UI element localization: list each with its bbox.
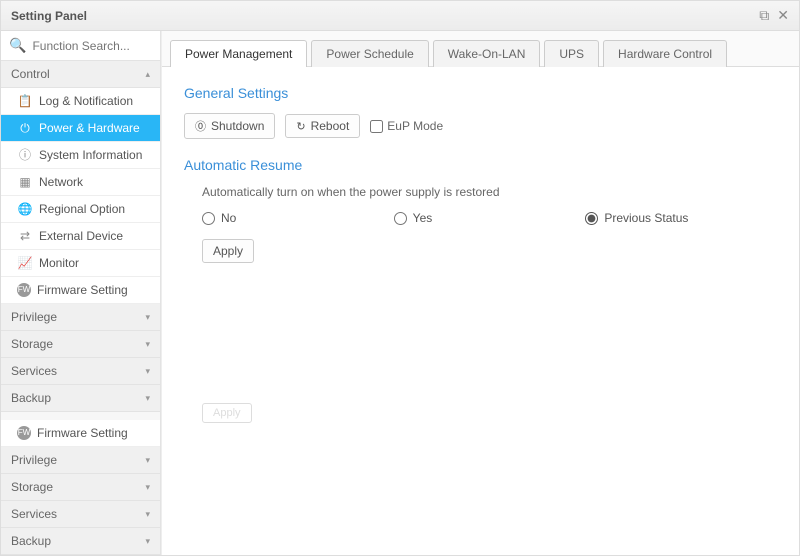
search-icon: 🔍 bbox=[9, 37, 26, 54]
sidebar-item-regional-option[interactable]: 🌐 Regional Option bbox=[1, 196, 160, 223]
section-general-settings-title: General Settings bbox=[184, 85, 777, 101]
close-icon[interactable]: ✕ bbox=[777, 7, 789, 24]
section-automatic-resume-title: Automatic Resume bbox=[184, 157, 777, 173]
chevron-down-icon: ▾ bbox=[145, 393, 150, 404]
button-label: Shutdown bbox=[211, 119, 264, 133]
window-body: 🔍 Control ▴ 📋 Log & Notification ⏻ Power… bbox=[1, 31, 799, 555]
nav-label: System Information bbox=[39, 147, 142, 163]
radio-yes-input[interactable] bbox=[394, 212, 407, 225]
chevron-down-icon: ▾ bbox=[145, 482, 150, 493]
button-label: Reboot bbox=[311, 119, 350, 133]
section-label: Backup bbox=[11, 534, 51, 548]
tab-bar: Power Management Power Schedule Wake-On-… bbox=[162, 31, 799, 67]
auto-resume-radio-row: No Yes Previous Status bbox=[202, 211, 777, 225]
chevron-down-icon: ▾ bbox=[145, 312, 150, 323]
radio-label: No bbox=[221, 211, 236, 225]
sidebar-item-network[interactable]: ▦ Network bbox=[1, 169, 160, 196]
sidebar-item-monitor[interactable]: 📈 Monitor bbox=[1, 250, 160, 277]
sidebar: 🔍 Control ▴ 📋 Log & Notification ⏻ Power… bbox=[1, 31, 161, 555]
network-icon: ▦ bbox=[17, 174, 33, 190]
sidebar-item-external-device[interactable]: ⇄ External Device bbox=[1, 223, 160, 250]
sidebar-section-privilege-dup[interactable]: Privilege ▾ bbox=[1, 447, 160, 474]
sidebar-item-log-notification[interactable]: 📋 Log & Notification bbox=[1, 88, 160, 115]
shutdown-icon: ⓪ bbox=[195, 118, 206, 134]
auto-resume-description: Automatically turn on when the power sup… bbox=[202, 185, 777, 199]
monitor-icon: 📈 bbox=[17, 255, 33, 271]
nav-label: Firmware Setting bbox=[37, 282, 128, 298]
section-label: Privilege bbox=[11, 453, 57, 467]
chevron-down-icon: ▾ bbox=[145, 536, 150, 547]
nav-label: Monitor bbox=[39, 255, 79, 271]
eup-mode-checkbox[interactable]: EuP Mode bbox=[370, 119, 443, 133]
sidebar-section-privilege[interactable]: Privilege ▾ bbox=[1, 304, 160, 331]
chevron-down-icon: ▾ bbox=[145, 509, 150, 520]
chevron-down-icon: ▾ bbox=[145, 366, 150, 377]
sidebar-section-services[interactable]: Services ▾ bbox=[1, 358, 160, 385]
settings-window: Setting Panel ⧉ ✕ 🔍 Control ▴ 📋 Log & No… bbox=[0, 0, 800, 556]
general-button-row: ⓪ Shutdown ↻ Reboot EuP Mode bbox=[184, 113, 777, 139]
titlebar: Setting Panel ⧉ ✕ bbox=[1, 1, 799, 31]
sidebar-item-firmware-setting-dup[interactable]: FW Firmware Setting bbox=[1, 420, 160, 447]
section-label: Storage bbox=[11, 480, 53, 494]
radio-previous-status[interactable]: Previous Status bbox=[585, 211, 777, 225]
nav-label: Regional Option bbox=[39, 201, 125, 217]
firmware-icon: FW bbox=[17, 426, 31, 440]
radio-yes[interactable]: Yes bbox=[394, 211, 586, 225]
sidebar-section-storage-dup[interactable]: Storage ▾ bbox=[1, 474, 160, 501]
reboot-icon: ↻ bbox=[296, 120, 305, 133]
search-box[interactable]: 🔍 bbox=[1, 31, 160, 61]
apply-button[interactable]: Apply bbox=[202, 239, 254, 263]
chevron-down-icon: ▾ bbox=[145, 339, 150, 350]
info-icon: ⓘ bbox=[17, 147, 33, 163]
sidebar-section-backup-dup[interactable]: Backup ▾ bbox=[1, 528, 160, 555]
radio-label: Yes bbox=[413, 211, 433, 225]
log-icon: 📋 bbox=[17, 93, 33, 109]
tab-ups[interactable]: UPS bbox=[544, 40, 599, 67]
search-input[interactable] bbox=[26, 39, 152, 53]
section-label: Services bbox=[11, 364, 57, 378]
firmware-icon: FW bbox=[17, 283, 31, 297]
section-label: Backup bbox=[11, 391, 51, 405]
sidebar-section-services-dup[interactable]: Services ▾ bbox=[1, 501, 160, 528]
radio-no[interactable]: No bbox=[202, 211, 394, 225]
section-label: Privilege bbox=[11, 310, 57, 324]
sidebar-item-power-hardware[interactable]: ⏻ Power & Hardware bbox=[1, 115, 160, 142]
tab-wake-on-lan[interactable]: Wake-On-LAN bbox=[433, 40, 541, 67]
tab-power-schedule[interactable]: Power Schedule bbox=[311, 40, 428, 67]
content-area: Power Management Power Schedule Wake-On-… bbox=[161, 31, 799, 555]
device-icon: ⇄ bbox=[17, 228, 33, 244]
sidebar-item-system-information[interactable]: ⓘ System Information bbox=[1, 142, 160, 169]
sidebar-section-storage[interactable]: Storage ▾ bbox=[1, 331, 160, 358]
section-label: Services bbox=[11, 507, 57, 521]
nav-label: Network bbox=[39, 174, 83, 190]
section-label: Storage bbox=[11, 337, 53, 351]
chevron-up-icon: ▴ bbox=[145, 69, 150, 80]
radio-label: Previous Status bbox=[604, 211, 688, 225]
radio-prev-input[interactable] bbox=[585, 212, 598, 225]
apply-button-ghost: Apply bbox=[202, 403, 252, 423]
globe-icon: 🌐 bbox=[17, 201, 33, 217]
sidebar-section-control[interactable]: Control ▴ bbox=[1, 61, 160, 88]
section-label: Control bbox=[11, 67, 50, 81]
tab-hardware-control[interactable]: Hardware Control bbox=[603, 40, 727, 67]
tab-pane: General Settings ⓪ Shutdown ↻ Reboot EuP… bbox=[162, 67, 799, 555]
shutdown-button[interactable]: ⓪ Shutdown bbox=[184, 113, 275, 139]
window-title: Setting Panel bbox=[11, 9, 87, 23]
reboot-button[interactable]: ↻ Reboot bbox=[285, 114, 360, 138]
checkbox-label: EuP Mode bbox=[387, 119, 443, 133]
sidebar-section-backup[interactable]: Backup ▾ bbox=[1, 385, 160, 412]
button-label: Apply bbox=[213, 244, 243, 258]
eup-mode-input[interactable] bbox=[370, 120, 383, 133]
nav-label: Log & Notification bbox=[39, 93, 133, 109]
chevron-down-icon: ▾ bbox=[145, 455, 150, 466]
tab-power-management[interactable]: Power Management bbox=[170, 40, 307, 67]
nav-label: Firmware Setting bbox=[37, 425, 128, 441]
sidebar-item-firmware-setting[interactable]: FW Firmware Setting bbox=[1, 277, 160, 304]
nav-label: External Device bbox=[39, 228, 123, 244]
power-icon: ⏻ bbox=[17, 120, 33, 136]
restore-icon[interactable]: ⧉ bbox=[759, 7, 769, 24]
nav-label: Power & Hardware bbox=[39, 120, 140, 136]
radio-no-input[interactable] bbox=[202, 212, 215, 225]
